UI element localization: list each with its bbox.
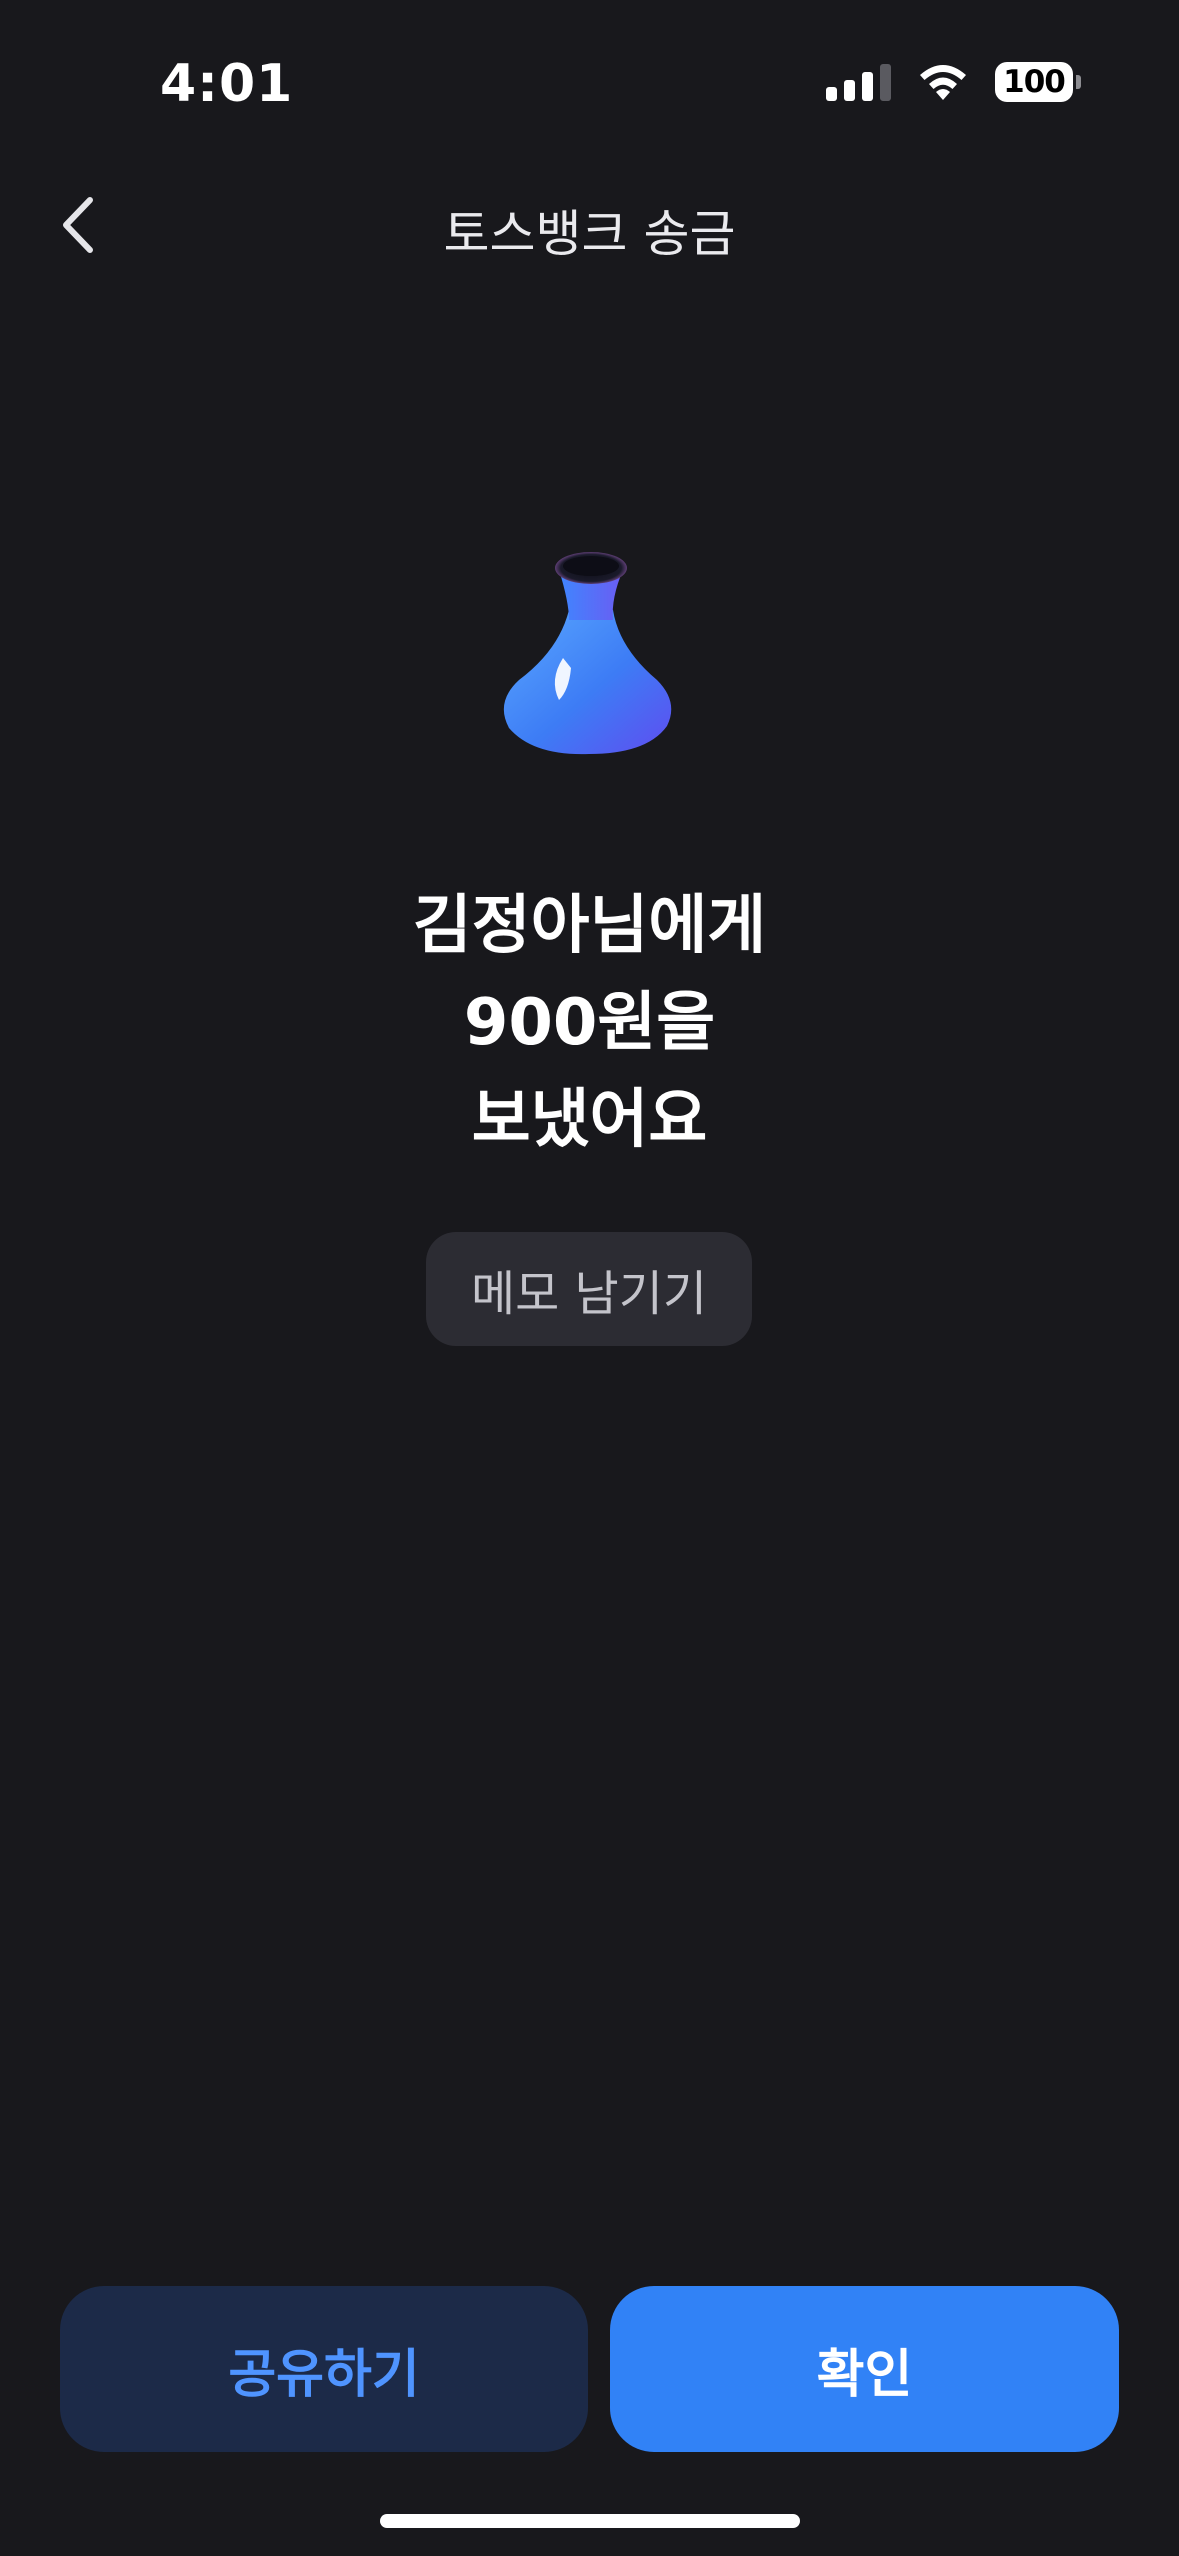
signal-icon — [826, 63, 891, 101]
amount-line: 900원을 — [463, 986, 716, 1060]
home-indicator — [380, 2514, 800, 2528]
leave-memo-button[interactable]: 메모 남기기 — [426, 1232, 752, 1346]
page-title: 토스뱅크 송금 — [443, 205, 736, 263]
confirm-button[interactable]: 확인 — [610, 2286, 1119, 2452]
status-bar: 4:01 100 — [0, 0, 1179, 180]
nav-bar: 토스뱅크 송금 — [0, 180, 1179, 270]
battery-level: 100 — [995, 62, 1073, 102]
status-time: 4:01 — [160, 54, 294, 114]
wifi-icon — [920, 65, 966, 100]
money-pouch-icon — [489, 540, 689, 760]
battery-icon: 100 — [995, 62, 1081, 102]
transfer-result-message: 김정아님에게 900원을 보냈어요 — [0, 878, 1179, 1169]
status-icons: 100 — [826, 62, 1081, 102]
status-line: 보냈어요 — [471, 1083, 708, 1157]
share-button[interactable]: 공유하기 — [60, 2286, 588, 2452]
recipient-line: 김정아님에게 — [412, 889, 767, 963]
